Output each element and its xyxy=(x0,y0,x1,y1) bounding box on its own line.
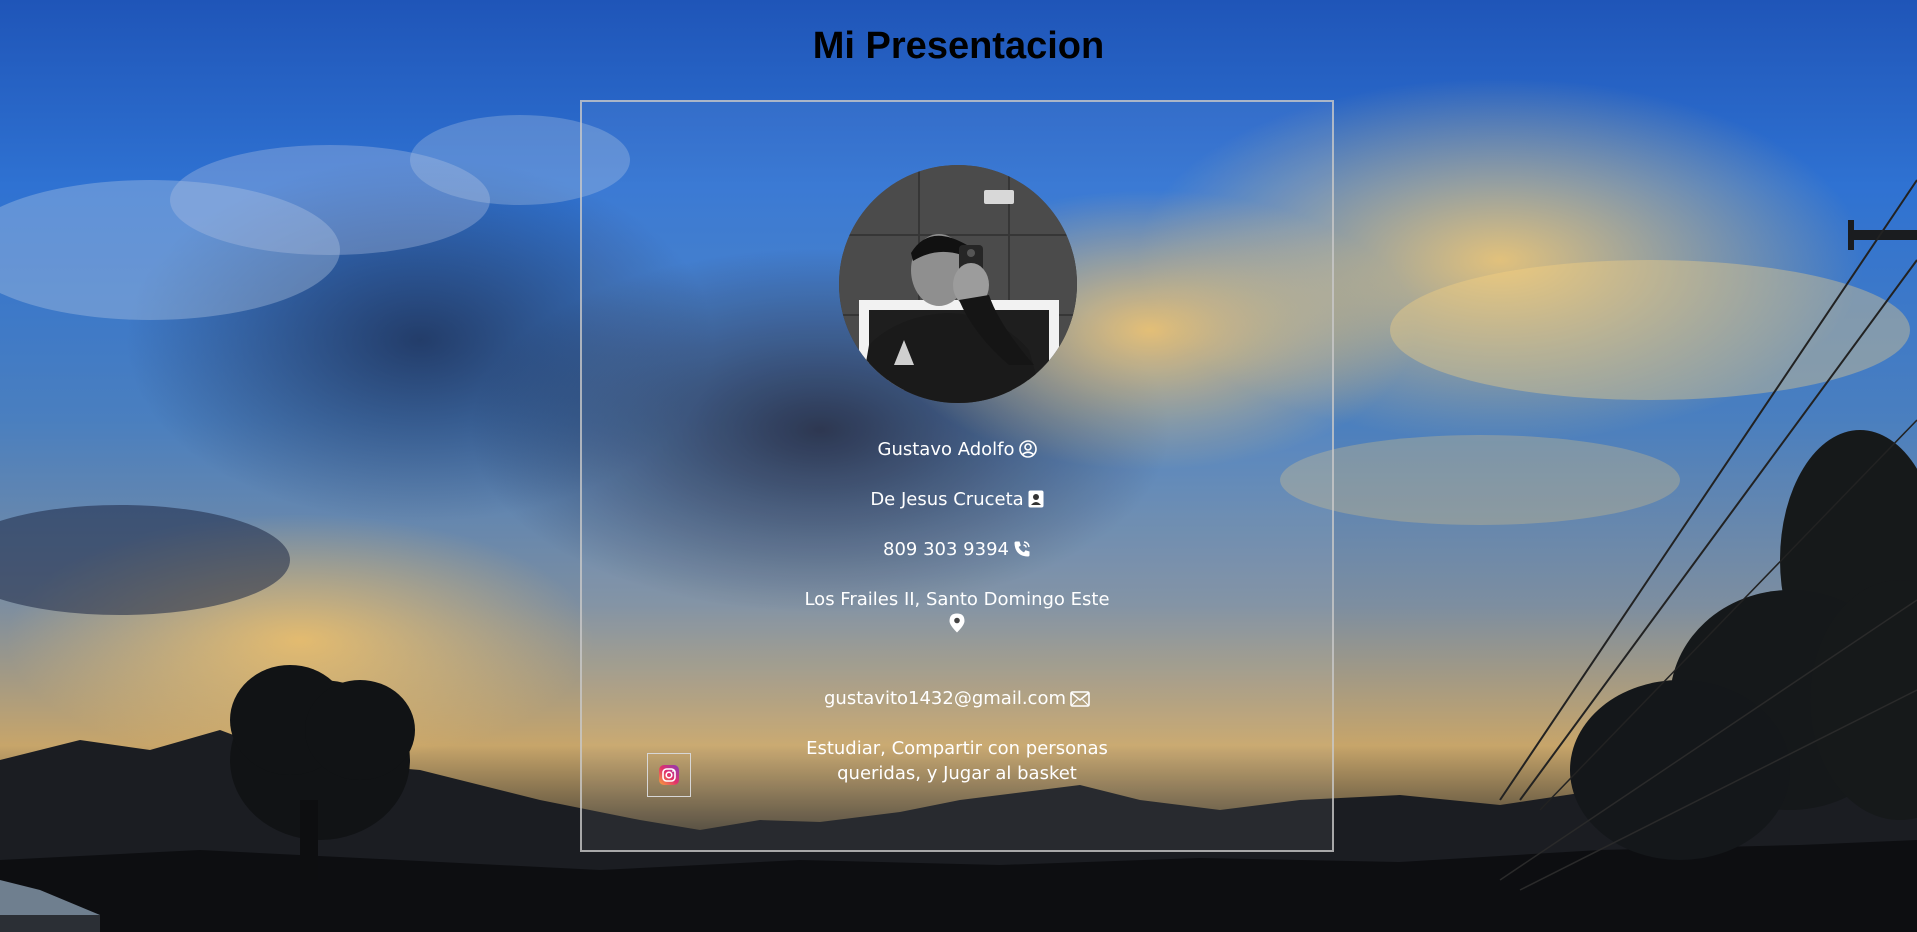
email-row: gustavito1432@gmail.com xyxy=(582,686,1332,711)
hobbies-text-line2: queridas, y Jugar al basket xyxy=(837,763,1077,784)
envelope-icon xyxy=(1070,691,1090,707)
last-name-row: De Jesus Cruceta xyxy=(582,487,1332,512)
instagram-link[interactable] xyxy=(647,753,691,797)
profile-card: Gustavo Adolfo De Jesus Cruceta 809 303 … xyxy=(580,100,1334,852)
contact-card-icon xyxy=(1028,490,1044,508)
first-name-row: Gustavo Adolfo xyxy=(582,437,1332,462)
address-row: Los Frailes II, Santo Domingo Este xyxy=(582,587,1332,637)
last-name-text: De Jesus Cruceta xyxy=(870,489,1024,510)
phone-icon xyxy=(1014,541,1030,557)
hobbies-text-line1: Estudiar, Compartir con personas xyxy=(806,738,1108,759)
instagram-icon xyxy=(659,765,679,785)
page-title: Mi Presentacion xyxy=(812,25,1105,67)
hobbies-row: Estudiar, Compartir con personas querida… xyxy=(582,736,1332,786)
phone-row: 809 303 9394 xyxy=(582,537,1332,562)
phone-text: 809 303 9394 xyxy=(883,539,1009,560)
first-name-text: Gustavo Adolfo xyxy=(877,439,1015,460)
address-text: Los Frailes II, Santo Domingo Este xyxy=(804,589,1110,610)
email-text: gustavito1432@gmail.com xyxy=(824,688,1066,709)
user-circle-icon xyxy=(1018,440,1037,458)
map-pin-icon xyxy=(949,613,965,633)
profile-photo xyxy=(839,165,1077,403)
